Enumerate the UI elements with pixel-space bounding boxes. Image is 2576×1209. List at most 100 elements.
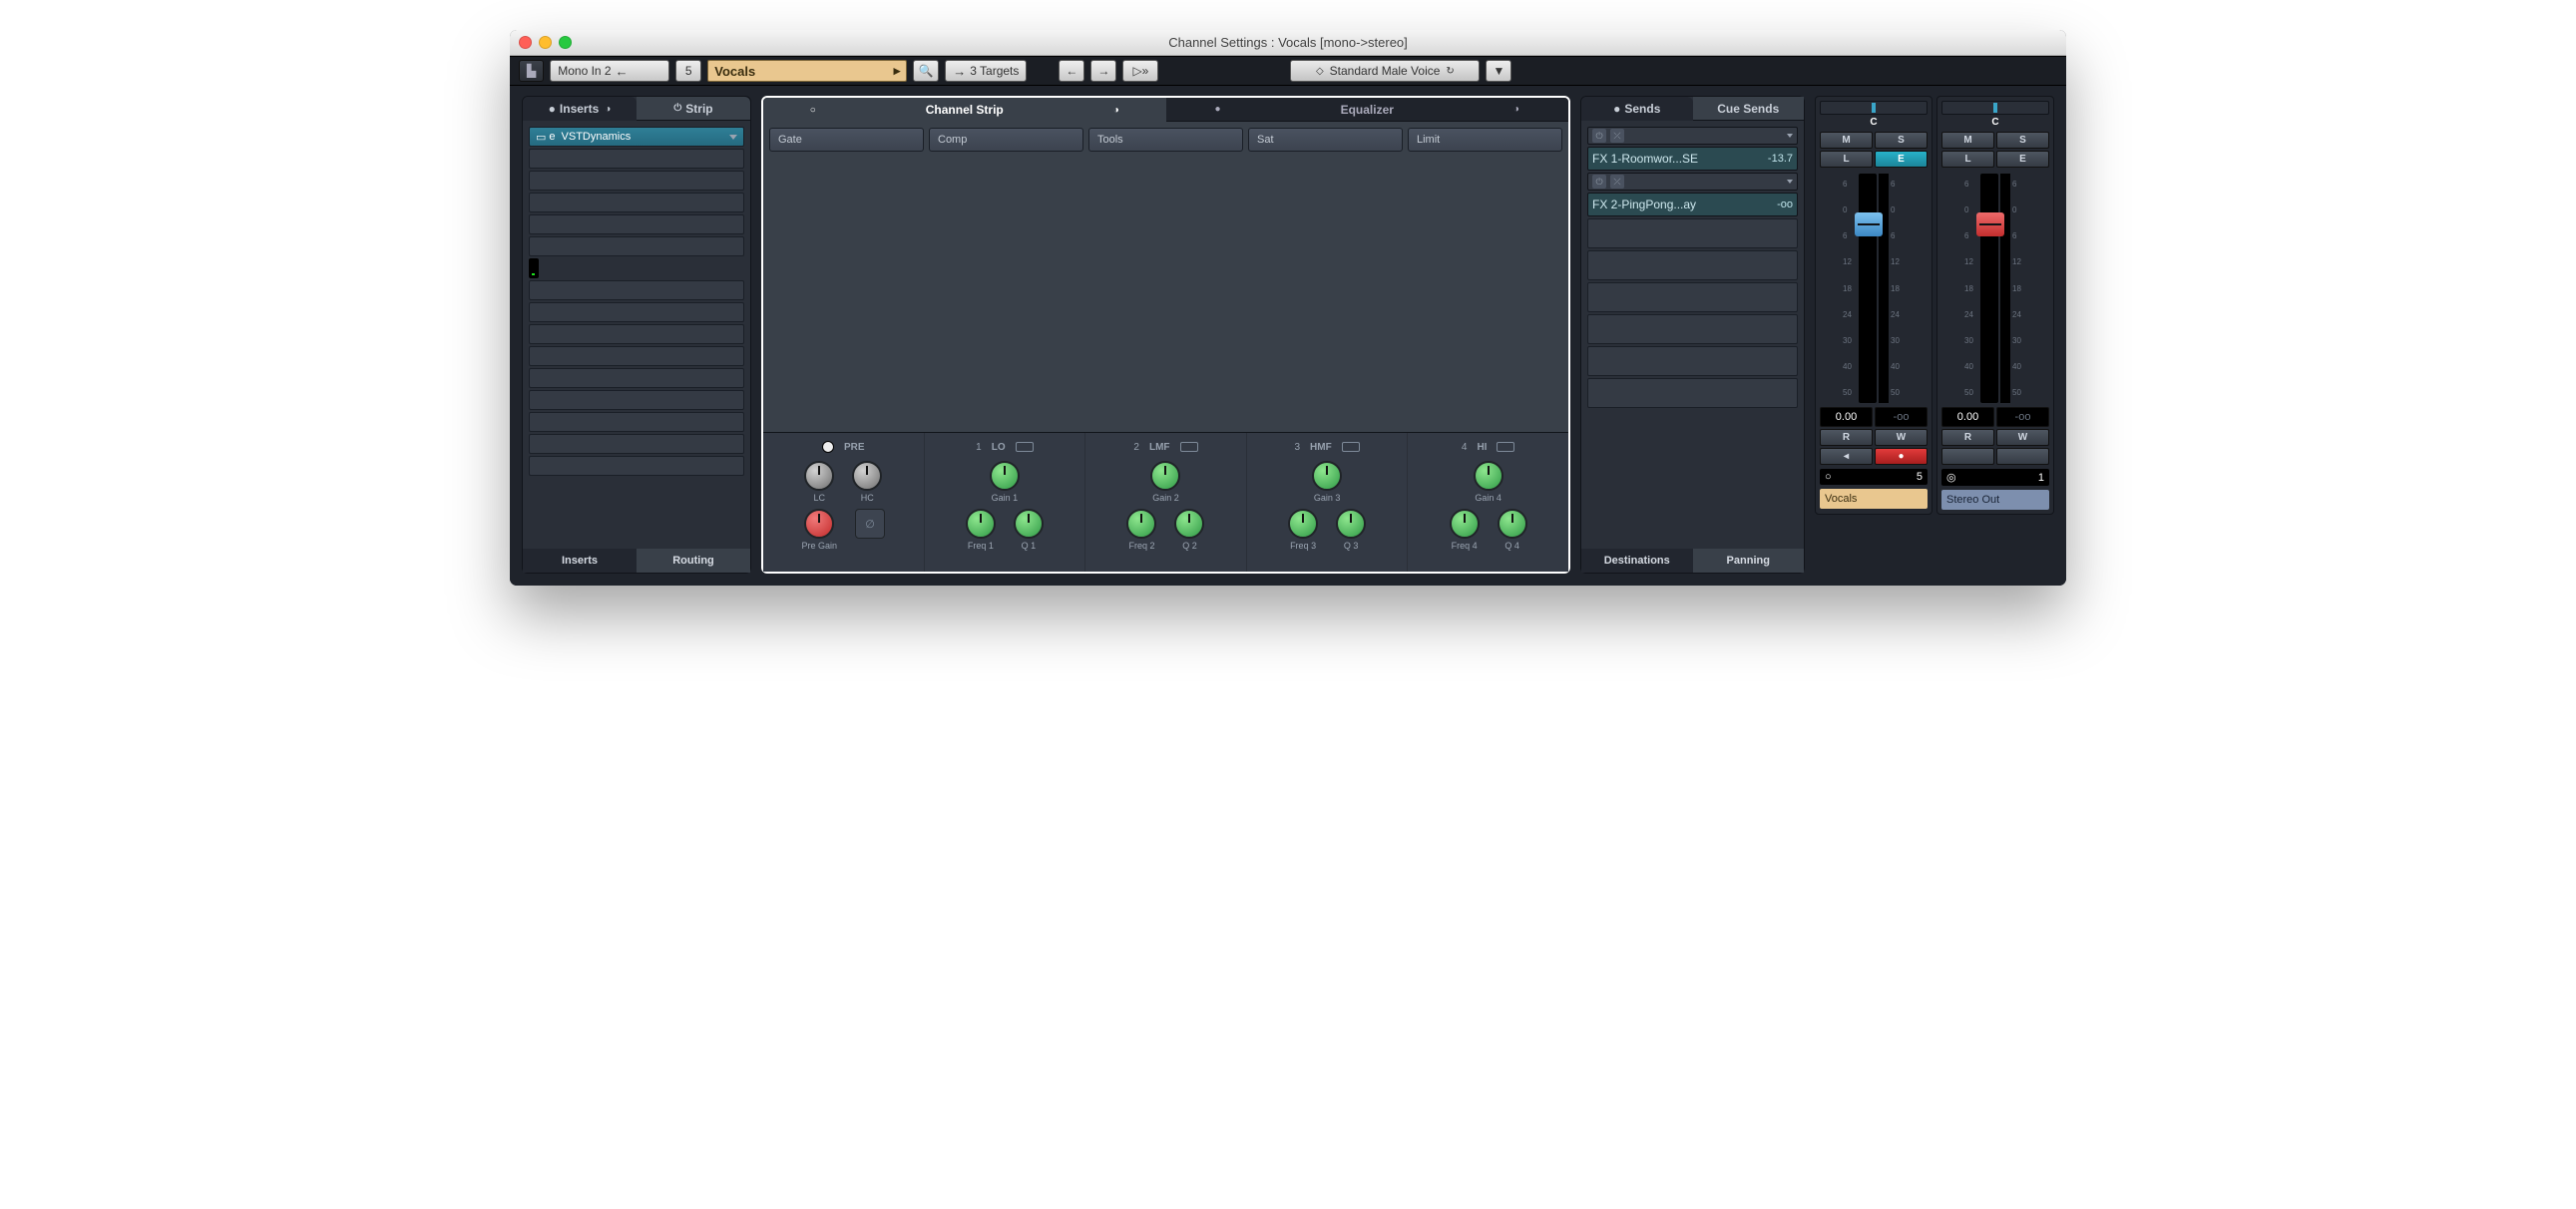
insert-slot[interactable] <box>529 368 744 388</box>
insert-slot[interactable] <box>529 346 744 366</box>
send-slot-1[interactable]: FX 1-Roomwor...SE -13.7 <box>1587 147 1798 171</box>
prefader-icon[interactable]: ⤫ <box>1610 175 1624 189</box>
freq2-knob[interactable] <box>1126 509 1156 539</box>
close-icon[interactable] <box>519 36 532 49</box>
pan-slider[interactable] <box>1941 101 2049 115</box>
tab-panning[interactable]: Panning <box>1693 549 1805 573</box>
send-slot[interactable] <box>1587 346 1798 376</box>
q2-knob[interactable] <box>1174 509 1204 539</box>
curve-shelf-icon[interactable] <box>1016 442 1034 452</box>
insert-slot[interactable] <box>529 302 744 322</box>
phase-button[interactable]: ∅ <box>855 509 885 539</box>
send-slot[interactable] <box>1587 314 1798 344</box>
curve-shelf-icon[interactable] <box>1497 442 1514 452</box>
tab-routing-bottom[interactable]: Routing <box>637 549 750 573</box>
curve-bell-icon[interactable] <box>1180 442 1198 452</box>
listen-button[interactable]: L <box>1820 151 1873 168</box>
zoom-icon[interactable] <box>559 36 572 49</box>
insert-slot[interactable] <box>529 193 744 212</box>
pre-enable-led[interactable] <box>822 441 834 453</box>
go-button[interactable]: ▷» <box>1122 60 1158 82</box>
tab-equalizer[interactable]: ● Equalizer ◑ <box>1166 98 1569 122</box>
prev-channel-button[interactable]: ← <box>1059 60 1084 82</box>
insert-slot-1[interactable]: ▭ e VSTDynamics <box>529 127 744 147</box>
solo-button[interactable]: S <box>1996 132 2049 149</box>
module-comp[interactable]: Comp <box>929 128 1083 152</box>
search-button[interactable]: 🔍 <box>913 60 939 82</box>
module-limit[interactable]: Limit <box>1408 128 1562 152</box>
insert-slot[interactable] <box>529 412 744 432</box>
insert-slot-meter[interactable] <box>529 258 539 278</box>
insert-slot[interactable] <box>529 434 744 454</box>
write-button[interactable]: W <box>1996 429 2049 446</box>
input-routing[interactable]: Mono In 2 ← <box>550 60 669 82</box>
targets-button[interactable]: → 3 Targets <box>945 60 1027 82</box>
preset-menu-button[interactable]: ▼ <box>1486 60 1511 82</box>
listen-button[interactable]: L <box>1941 151 1994 168</box>
send-slot[interactable] <box>1587 218 1798 248</box>
volume-readout[interactable]: 0.00 <box>1941 407 1994 427</box>
gain3-knob[interactable] <box>1312 461 1342 491</box>
tab-inserts[interactable]: ●Inserts◑ <box>523 97 637 121</box>
channel-label[interactable]: Vocals <box>1820 489 1928 509</box>
solo-button[interactable]: S <box>1875 132 1928 149</box>
minimize-icon[interactable] <box>539 36 552 49</box>
write-button[interactable]: W <box>1875 429 1928 446</box>
dropdown-icon[interactable] <box>1787 134 1793 138</box>
fader-track[interactable] <box>1859 174 1877 403</box>
read-button[interactable]: R <box>1941 429 1994 446</box>
tab-inserts-bottom[interactable]: Inserts <box>523 549 637 573</box>
hc-knob[interactable] <box>852 461 882 491</box>
freq4-knob[interactable] <box>1450 509 1480 539</box>
insert-slot[interactable] <box>529 236 744 256</box>
peak-readout[interactable]: -oo <box>1996 407 2049 427</box>
freq3-knob[interactable] <box>1288 509 1318 539</box>
fader-handle[interactable] <box>1855 212 1883 236</box>
monitor-button[interactable] <box>1941 448 1994 465</box>
preset-selector[interactable]: ◇ Standard Male Voice ↻ <box>1290 60 1480 82</box>
pan-slider[interactable] <box>1820 101 1928 115</box>
module-sat[interactable]: Sat <box>1248 128 1403 152</box>
fader-handle[interactable] <box>1976 212 2004 236</box>
send-header[interactable]: ⏻ ⤫ <box>1587 173 1798 191</box>
channel-label[interactable]: Stereo Out <box>1941 490 2049 510</box>
insert-slot[interactable] <box>529 324 744 344</box>
record-enable-button[interactable]: ● <box>1875 448 1928 465</box>
mute-button[interactable]: M <box>1820 132 1873 149</box>
record-enable-button[interactable] <box>1996 448 2049 465</box>
q4-knob[interactable] <box>1498 509 1527 539</box>
tab-channel-strip[interactable]: ○ Channel Strip ◑ <box>763 98 1166 122</box>
curve-bell-icon[interactable] <box>1342 442 1360 452</box>
peak-readout[interactable]: -oo <box>1875 407 1928 427</box>
send-slot-2[interactable]: FX 2-PingPong...ay -oo <box>1587 193 1798 216</box>
power-icon[interactable]: ⏻ <box>1592 175 1606 189</box>
layout-button[interactable]: ▙ <box>519 60 544 82</box>
insert-slot[interactable] <box>529 390 744 410</box>
fader-track[interactable] <box>1980 174 1998 403</box>
send-header[interactable]: ⏻ ⤫ <box>1587 127 1798 145</box>
insert-slot[interactable] <box>529 214 744 234</box>
tab-destinations[interactable]: Destinations <box>1581 549 1693 573</box>
lc-knob[interactable] <box>804 461 834 491</box>
tab-sends[interactable]: ●Sends <box>1581 97 1693 121</box>
edit-button[interactable]: E <box>1875 151 1928 168</box>
prefader-icon[interactable]: ⤫ <box>1610 129 1624 143</box>
module-tools[interactable]: Tools <box>1088 128 1243 152</box>
dropdown-icon[interactable] <box>1787 180 1793 184</box>
tab-cue-sends[interactable]: Cue Sends <box>1693 97 1805 121</box>
pregain-knob[interactable] <box>804 509 834 539</box>
power-icon[interactable]: ⏻ <box>1592 129 1606 143</box>
monitor-button[interactable]: ◂ <box>1820 448 1873 465</box>
next-channel-button[interactable]: → <box>1090 60 1116 82</box>
tab-strip[interactable]: ⏻Strip <box>637 97 750 121</box>
insert-slot[interactable] <box>529 171 744 191</box>
q3-knob[interactable] <box>1336 509 1366 539</box>
insert-slot[interactable] <box>529 456 744 476</box>
module-gate[interactable]: Gate <box>769 128 924 152</box>
gain4-knob[interactable] <box>1474 461 1503 491</box>
send-slot[interactable] <box>1587 282 1798 312</box>
insert-slot[interactable] <box>529 280 744 300</box>
volume-readout[interactable]: 0.00 <box>1820 407 1873 427</box>
gain1-knob[interactable] <box>990 461 1020 491</box>
edit-button[interactable]: E <box>1996 151 2049 168</box>
